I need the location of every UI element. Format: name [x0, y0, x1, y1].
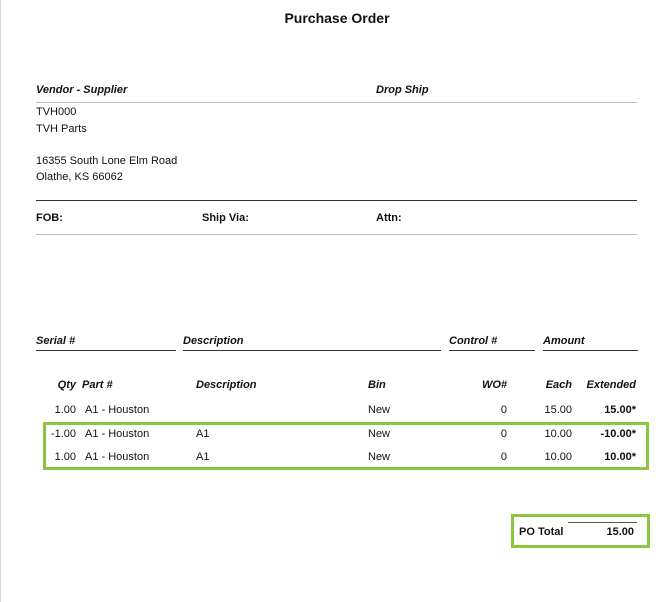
line-qty: 1.00: [54, 404, 76, 416]
part-header: Part #: [82, 379, 113, 391]
line-each: 10.00: [544, 428, 572, 440]
line-extended: 10.00*: [604, 451, 636, 463]
ship-via-label: Ship Via:: [202, 212, 249, 224]
vendor-divider: [36, 102, 637, 103]
line-wo: 0: [500, 404, 507, 416]
vendor-code: TVH000: [36, 106, 77, 118]
po-total-value: 15.00: [606, 526, 634, 538]
line-each: 15.00: [544, 404, 572, 416]
line-bin: New: [368, 404, 391, 416]
vendor-header: Vendor - Supplier: [36, 84, 128, 96]
amount-header: Amount: [543, 335, 585, 347]
qty-header: Qty: [57, 379, 76, 391]
fob-label: FOB:: [36, 212, 63, 224]
drop-ship-header: Drop Ship: [376, 84, 429, 96]
vendor-name: TVH Parts: [36, 123, 87, 135]
extended-header: Extended: [586, 379, 636, 391]
line-part: A1 - Houston: [85, 451, 150, 463]
line-extended: 15.00*: [604, 404, 636, 416]
line-part: A1 - Houston: [85, 428, 150, 440]
line-each: 10.00: [544, 451, 572, 463]
each-header: Each: [545, 379, 572, 391]
page-title: Purchase Order: [284, 10, 390, 26]
wo-header: WO#: [481, 379, 507, 391]
bin-header: Bin: [368, 379, 386, 391]
line-qty: 1.00: [54, 451, 76, 463]
line-qty: -1.00: [50, 428, 76, 440]
control-header: Control #: [449, 335, 498, 347]
control-underline: [449, 350, 535, 351]
shipping-top-divider: [36, 200, 637, 201]
line-description: A1: [196, 428, 210, 440]
page-left-border: [0, 0, 1, 602]
line-wo: 0: [500, 428, 507, 440]
line-bin: New: [368, 428, 391, 440]
attn-label: Attn:: [376, 212, 402, 224]
serial-description-underline: [183, 350, 441, 351]
shipping-bottom-divider: [36, 234, 637, 235]
line-extended: -10.00*: [600, 428, 636, 440]
po-total-label: PO Total: [519, 526, 564, 538]
vendor-address-line1: 16355 South Lone Elm Road: [36, 155, 178, 167]
line-part: A1 - Houston: [85, 404, 150, 416]
line-description-header: Description: [196, 379, 257, 391]
line-bin: New: [368, 451, 391, 463]
serial-header: Serial #: [36, 335, 76, 347]
line-wo: 0: [500, 451, 507, 463]
vendor-address-line2: Olathe, KS 66062: [36, 171, 123, 183]
po-total-rule: [568, 522, 637, 523]
serial-description-header: Description: [183, 335, 244, 347]
serial-underline: [36, 350, 176, 351]
line-description: A1: [196, 451, 210, 463]
amount-underline: [543, 350, 638, 351]
